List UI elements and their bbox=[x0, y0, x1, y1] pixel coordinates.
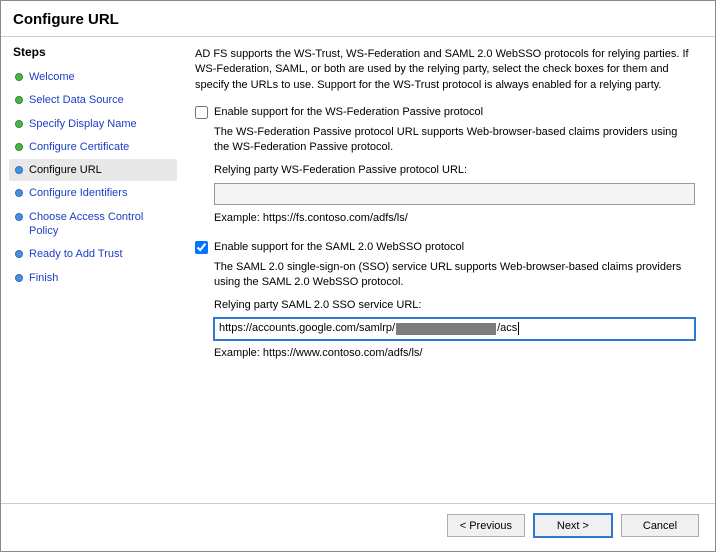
step-bullet-icon bbox=[15, 250, 23, 258]
saml-url-input[interactable]: https://accounts.google.com/samlrp/ /acs bbox=[214, 318, 695, 340]
steps-sidebar: Steps Welcome Select Data Source Specify D… bbox=[1, 37, 181, 503]
wsfed-checkbox-label[interactable]: Enable support for the WS-Federation Pas… bbox=[214, 105, 483, 120]
footer: < Previous Next > Cancel bbox=[1, 504, 715, 551]
page-title: Configure URL bbox=[1, 1, 715, 36]
step-bullet-icon bbox=[15, 274, 23, 282]
step-configure-url[interactable]: Configure URL bbox=[9, 159, 177, 181]
step-label: Welcome bbox=[29, 70, 75, 84]
saml-checkbox[interactable] bbox=[195, 241, 208, 254]
text-caret bbox=[518, 322, 519, 335]
cancel-button[interactable]: Cancel bbox=[621, 514, 699, 537]
saml-url-example: Example: https://www.contoso.com/adfs/ls… bbox=[214, 346, 695, 361]
step-bullet-icon bbox=[15, 73, 23, 81]
saml-section: Enable support for the SAML 2.0 WebSSO p… bbox=[195, 240, 695, 361]
saml-description: The SAML 2.0 single-sign-on (SSO) servic… bbox=[214, 260, 695, 291]
wsfed-url-input[interactable] bbox=[214, 183, 695, 205]
saml-url-prefix: https://accounts.google.com/samlrp/ bbox=[219, 321, 395, 336]
step-ready-to-add-trust[interactable]: Ready to Add Trust bbox=[9, 243, 177, 265]
wsfed-url-example: Example: https://fs.contoso.com/adfs/ls/ bbox=[214, 211, 695, 226]
wsfed-description: The WS-Federation Passive protocol URL s… bbox=[214, 125, 695, 156]
step-bullet-icon bbox=[15, 166, 23, 174]
previous-button[interactable]: < Previous bbox=[447, 514, 525, 537]
saml-checkbox-label[interactable]: Enable support for the SAML 2.0 WebSSO p… bbox=[214, 240, 464, 255]
step-label: Configure Certificate bbox=[29, 140, 129, 154]
wizard-window: Configure URL Steps Welcome Select Data S… bbox=[0, 0, 716, 552]
step-label: Configure URL bbox=[29, 163, 102, 177]
step-bullet-icon bbox=[15, 96, 23, 104]
step-finish[interactable]: Finish bbox=[9, 267, 177, 289]
step-bullet-icon bbox=[15, 189, 23, 197]
step-label: Configure Identifiers bbox=[29, 186, 127, 200]
steps-heading: Steps bbox=[9, 45, 181, 65]
next-button[interactable]: Next > bbox=[534, 514, 612, 537]
wsfed-url-label: Relying party WS-Federation Passive prot… bbox=[214, 163, 695, 178]
step-label: Finish bbox=[29, 271, 58, 285]
step-bullet-icon bbox=[15, 213, 23, 221]
intro-text: AD FS supports the WS-Trust, WS-Federati… bbox=[195, 47, 695, 93]
step-label: Select Data Source bbox=[29, 93, 124, 107]
step-label: Ready to Add Trust bbox=[29, 247, 123, 261]
saml-url-suffix: /acs bbox=[497, 321, 517, 336]
step-bullet-icon bbox=[15, 120, 23, 128]
wsfed-checkbox[interactable] bbox=[195, 106, 208, 119]
redacted-segment bbox=[396, 323, 496, 335]
step-configure-certificate[interactable]: Configure Certificate bbox=[9, 136, 177, 158]
step-choose-access-control-policy[interactable]: Choose Access Control Policy bbox=[9, 206, 177, 243]
step-select-data-source[interactable]: Select Data Source bbox=[9, 89, 177, 111]
step-label: Specify Display Name bbox=[29, 117, 137, 131]
saml-url-label: Relying party SAML 2.0 SSO service URL: bbox=[214, 298, 695, 313]
step-configure-identifiers[interactable]: Configure Identifiers bbox=[9, 182, 177, 204]
wsfed-section: Enable support for the WS-Federation Pas… bbox=[195, 105, 695, 226]
step-welcome[interactable]: Welcome bbox=[9, 66, 177, 88]
body: Steps Welcome Select Data Source Specify D… bbox=[1, 37, 715, 503]
steps-list: Welcome Select Data Source Specify Display… bbox=[9, 66, 181, 289]
step-specify-display-name[interactable]: Specify Display Name bbox=[9, 113, 177, 135]
step-bullet-icon bbox=[15, 143, 23, 151]
step-label: Choose Access Control Policy bbox=[29, 210, 171, 239]
content-pane: AD FS supports the WS-Trust, WS-Federati… bbox=[181, 37, 715, 503]
